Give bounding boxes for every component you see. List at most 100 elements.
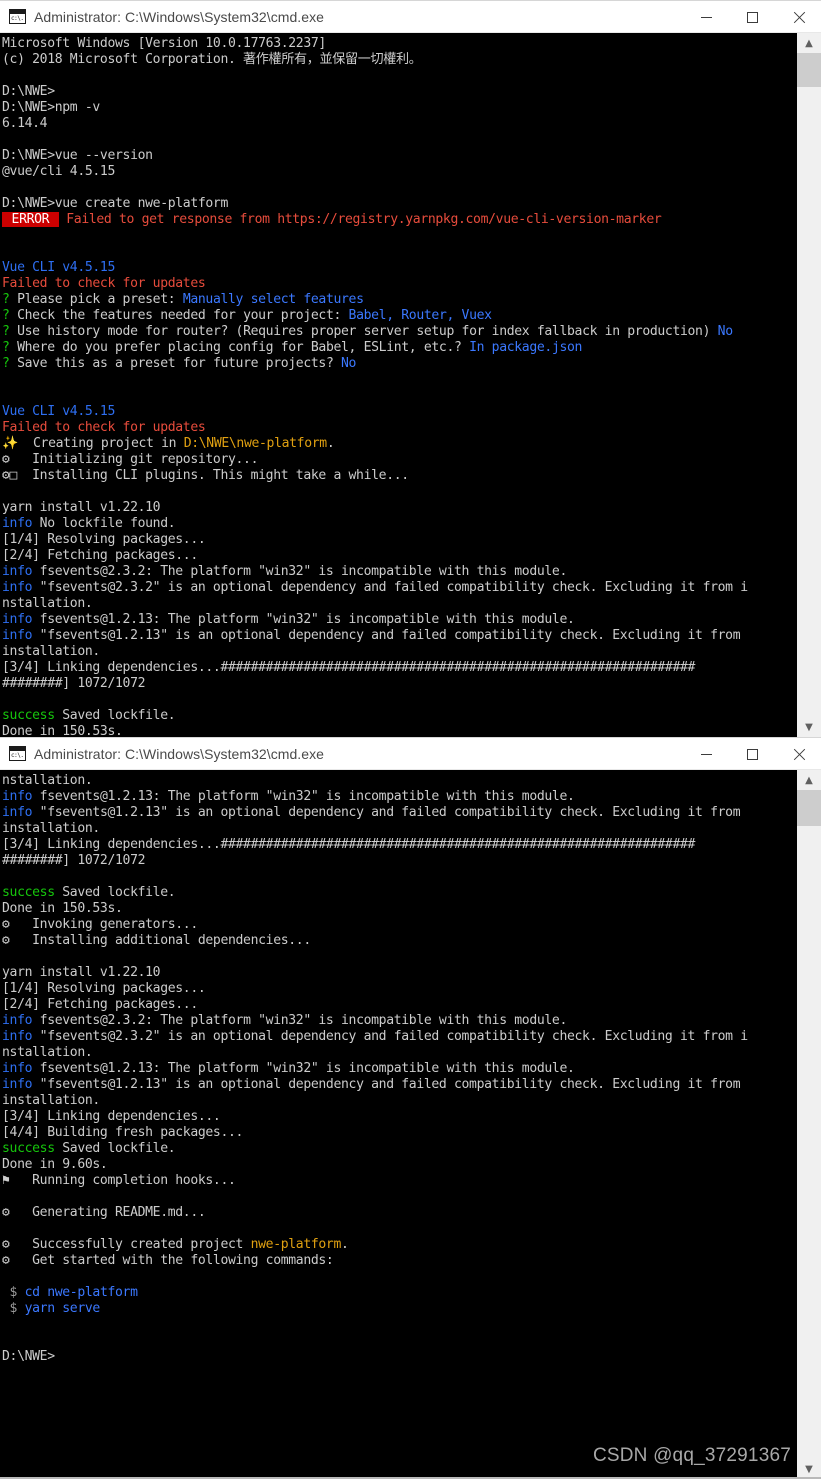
title-bar-1[interactable]: Administrator: C:\Windows\System32\cmd.e… (0, 0, 821, 33)
console-span: Check the features needed for your proje… (9, 308, 349, 323)
console-line: installation. (2, 821, 796, 837)
console-span: ⚙ Successfully created project (2, 1237, 251, 1252)
console-span: Done in 9.60s. (2, 1157, 108, 1172)
console-span: [1/4] Resolving packages... (2, 532, 206, 547)
console-line: @vue/cli 4.5.15 (2, 164, 796, 180)
console-line: nstallation. (2, 596, 796, 612)
console-line: Failed to check for updates (2, 276, 796, 292)
console-span: info (2, 580, 33, 595)
console-line: info fsevents@1.2.13: The platform "win3… (2, 1061, 796, 1077)
console-span: fsevents@1.2.13: The platform "win32" is… (32, 1061, 575, 1076)
console-line: success Saved lockfile. (2, 1141, 796, 1157)
console-span: installation. (2, 821, 100, 836)
console-span: [3/4] Linking dependencies...###########… (2, 660, 696, 675)
console-span: Manually select features (182, 292, 364, 307)
console-line: ERROR Failed to get response from https:… (2, 212, 796, 228)
console-span: In package.json (469, 340, 583, 355)
window-title-1: Administrator: C:\Windows\System32\cmd.e… (34, 8, 324, 25)
scrollbar-thumb-2[interactable] (797, 790, 821, 826)
console-line: Vue CLI v4.5.15 (2, 260, 796, 276)
console-span: Babel, Router, Vuex (348, 308, 492, 323)
console-line: ⚙ Installing additional dependencies... (2, 933, 796, 949)
console-line: ? Please pick a preset: Manually select … (2, 292, 796, 308)
console-span: No (717, 324, 733, 339)
console-line: D:\NWE>vue --version (2, 148, 796, 164)
console-window-2[interactable]: Administrator: C:\Windows\System32\cmd.e… (0, 737, 821, 1479)
console-span: Saved lockfile. (54, 885, 176, 900)
scrollbar-2[interactable]: ▲ ▼ (796, 770, 821, 1479)
console-span: ########] 1072/1072 (2, 853, 146, 868)
console-line: info "fsevents@1.2.13" is an optional de… (2, 1077, 796, 1093)
console-line: Done in 150.53s. (2, 724, 796, 737)
scroll-up-arrow-2[interactable]: ▲ (797, 770, 821, 790)
console-span: . (341, 1237, 349, 1252)
console-span: info (2, 516, 33, 531)
console-span: @vue/cli 4.5.15 (2, 164, 115, 179)
scroll-down-arrow-1[interactable]: ▼ (797, 717, 821, 737)
console-span: Failed to check for updates (2, 276, 206, 291)
console-line: ? Check the features needed for your pro… (2, 308, 796, 324)
console-line: installation. (2, 644, 796, 660)
scroll-down-arrow-2[interactable]: ▼ (797, 1459, 821, 1479)
console-span: ? (2, 292, 10, 307)
console-span: Save this as a preset for future project… (9, 356, 342, 371)
console-line: info "fsevents@2.3.2" is an optional dep… (2, 1029, 796, 1045)
console-span: . (326, 436, 335, 451)
console-span: nwe-platform (250, 1237, 342, 1252)
console-output-1: Microsoft Windows [Version 10.0.17763.22… (0, 33, 796, 737)
console-line: ⚙ Get started with the following command… (2, 1253, 796, 1269)
console-line: ⚙ Generating README.md... (2, 1205, 796, 1221)
title-bar-2[interactable]: Administrator: C:\Windows\System32\cmd.e… (0, 737, 821, 770)
close-icon (792, 11, 805, 24)
console-span: info (2, 805, 33, 820)
console-span: [2/4] Fetching packages... (2, 548, 198, 563)
maximize-button-1[interactable] (729, 1, 775, 34)
console-span: D:\NWE>vue create nwe-platform (2, 196, 228, 211)
console-span: yarn install v1.22.10 (2, 500, 161, 515)
close-button-1[interactable] (775, 1, 821, 34)
console-body-2[interactable]: nstallation. info fsevents@1.2.13: The pl… (0, 770, 821, 1479)
close-button-2[interactable] (775, 738, 821, 771)
console-span: nstallation. (2, 1045, 93, 1060)
console-line: nstallation. (2, 1045, 796, 1061)
minimize-button-1[interactable] (683, 1, 729, 34)
console-span: Saved lockfile. (54, 708, 176, 723)
console-line: success Saved lockfile. (2, 708, 796, 724)
console-line: ⚙ Initializing git repository... (2, 452, 796, 468)
console-span: Vue CLI v4.5.15 (2, 404, 115, 419)
scrollbar-thumb-1[interactable] (797, 53, 821, 87)
console-span: "fsevents@1.2.13" is an optional depende… (32, 628, 741, 643)
console-line: ? Save this as a preset for future proje… (2, 356, 796, 372)
console-line: Done in 150.53s. (2, 901, 796, 917)
console-span: cd nwe-platform (17, 1285, 138, 1300)
console-line: D:\NWE> (2, 1349, 796, 1365)
console-span: ERROR (2, 212, 59, 227)
console-window-1[interactable]: Administrator: C:\Windows\System32\cmd.e… (0, 0, 821, 737)
maximize-button-2[interactable] (729, 738, 775, 771)
console-span: Please pick a preset: (9, 292, 183, 307)
console-line: info No lockfile found. (2, 516, 796, 532)
console-line: success Saved lockfile. (2, 885, 796, 901)
maximize-icon (746, 749, 758, 760)
console-span: info (2, 1077, 33, 1092)
console-body-1[interactable]: Microsoft Windows [Version 10.0.17763.22… (0, 33, 821, 737)
console-span: ⚙ Get started with the following command… (2, 1253, 334, 1268)
scrollbar-1[interactable]: ▲ ▼ (796, 33, 821, 737)
console-span: Where do you prefer placing config for B… (9, 340, 470, 355)
console-span: ⚑ Running completion hooks... (2, 1173, 236, 1188)
console-span: fsevents@2.3.2: The platform "win32" is … (32, 564, 568, 579)
console-span: ########] 1072/1072 (2, 676, 146, 691)
console-line: info "fsevents@1.2.13" is an optional de… (2, 628, 796, 644)
console-line: ✨ Creating project in D:\NWE\nwe-platfor… (2, 436, 796, 452)
minimize-button-2[interactable] (683, 738, 729, 771)
scroll-up-arrow-1[interactable]: ▲ (797, 33, 821, 53)
